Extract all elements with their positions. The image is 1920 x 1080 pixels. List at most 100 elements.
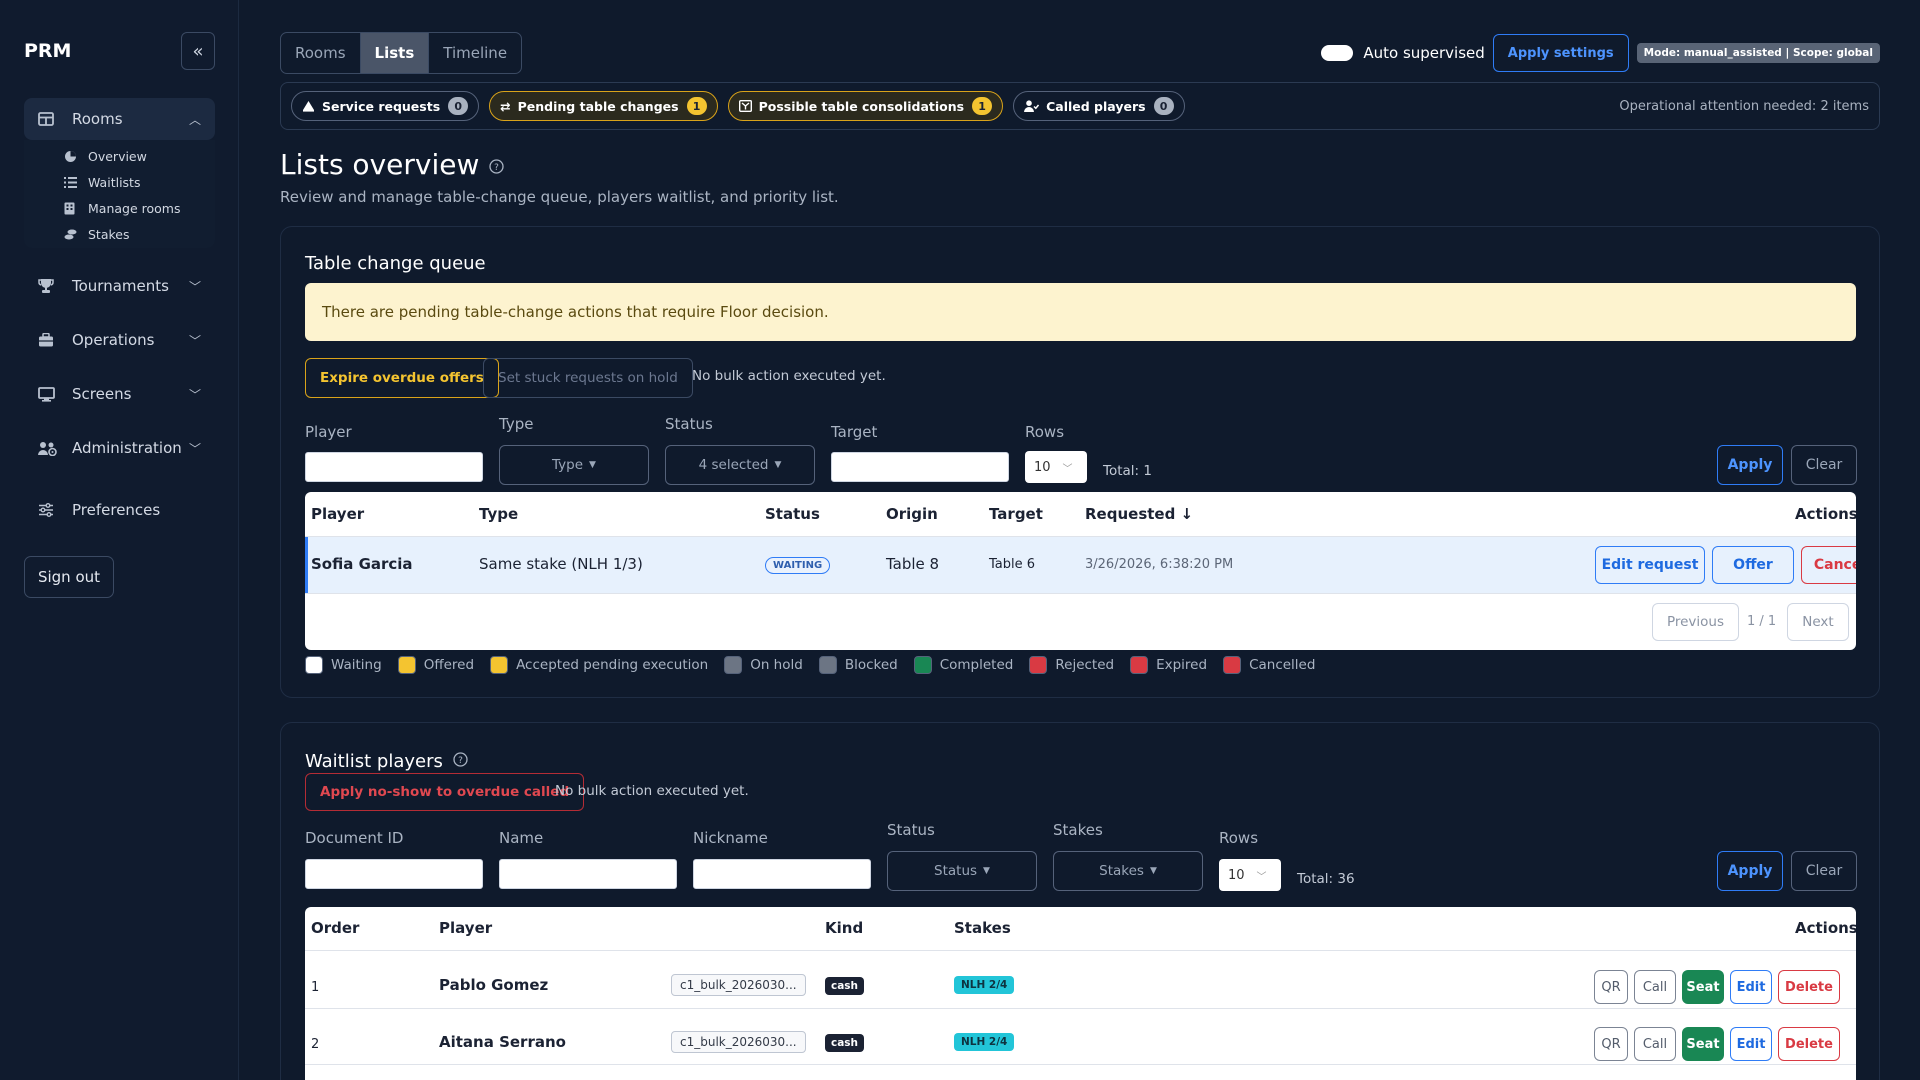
- waitlist-apply-button[interactable]: Apply: [1717, 851, 1783, 891]
- waitlist-table: Order Player Kind Stakes Actions 1 Pablo…: [305, 907, 1856, 1080]
- name-filter-input[interactable]: [499, 859, 677, 889]
- chip-called-players[interactable]: Called players 0: [1013, 91, 1185, 121]
- document-id-tag: c1_bulk_2026030...: [671, 1031, 806, 1053]
- legend-item: Completed: [913, 656, 1014, 674]
- status-filter-select[interactable]: 4 selected ▼: [665, 445, 815, 485]
- tab-lists[interactable]: Lists: [360, 33, 430, 73]
- nickname-filter-input[interactable]: [693, 859, 871, 889]
- rows-per-page-select[interactable]: 10 ﹀: [1025, 451, 1087, 483]
- total-count: Total: 36: [1297, 871, 1355, 887]
- legend-swatch: [1029, 656, 1048, 674]
- table-grid-icon: [38, 112, 60, 126]
- filter-label-target: Target: [831, 423, 878, 441]
- queue-apply-button[interactable]: Apply: [1717, 445, 1783, 485]
- delete-button[interactable]: Delete: [1778, 1027, 1840, 1061]
- row-divider: [305, 1064, 1856, 1065]
- row-divider: [305, 593, 1856, 594]
- sidebar-subitem-stakes[interactable]: Stakes: [64, 227, 130, 242]
- table-change-queue-table: Player Type Status Origin Target Request…: [305, 492, 1856, 650]
- target-filter-input[interactable]: [831, 452, 1009, 482]
- type-filter-select[interactable]: Type ▼: [499, 445, 649, 485]
- row-target: Table 6: [989, 557, 1036, 572]
- waitlist-players-card: Waitlist players ? Apply no-show to over…: [280, 722, 1880, 1080]
- legend-swatch: [490, 656, 509, 674]
- legend-label: Cancelled: [1249, 657, 1316, 673]
- previous-page-button[interactable]: Previous: [1652, 603, 1739, 641]
- legend-item: Offered: [397, 656, 474, 674]
- tab-rooms[interactable]: Rooms: [281, 33, 361, 73]
- qr-button[interactable]: QR: [1594, 970, 1628, 1004]
- help-circle-icon[interactable]: ?: [453, 751, 468, 772]
- chip-service-requests[interactable]: Service requests 0: [291, 91, 480, 121]
- bulk-status-note: No bulk action executed yet.: [692, 368, 886, 384]
- page-title: Lists overview ?: [280, 148, 505, 181]
- player-filter-input[interactable]: [305, 452, 483, 482]
- main-content: Rooms Lists Timeline Auto supervised App…: [280, 0, 1880, 1080]
- chip-pending-table-changes[interactable]: ⇄ Pending table changes 1: [489, 91, 718, 121]
- sidebar-item-tournaments[interactable]: Tournaments ﹀: [24, 265, 215, 307]
- mode-badge: Mode: manual_assisted | Scope: global: [1636, 43, 1880, 63]
- view-tabs: Rooms Lists Timeline: [280, 32, 523, 74]
- auto-supervised-toggle[interactable]: [1321, 45, 1354, 61]
- waitlist-clear-button[interactable]: Clear: [1791, 851, 1857, 891]
- svg-text:?: ?: [458, 756, 463, 766]
- bulk-status-note: No bulk action executed yet.: [555, 783, 749, 799]
- edit-button[interactable]: Edit: [1730, 970, 1772, 1004]
- stakes-filter-select[interactable]: Stakes ▼: [1053, 851, 1203, 891]
- legend-label: Accepted pending execution: [516, 657, 709, 673]
- col-header-player: Player: [439, 919, 493, 937]
- next-page-button[interactable]: Next: [1787, 603, 1849, 641]
- col-header-status: Status: [765, 505, 820, 523]
- apply-no-show-button[interactable]: Apply no-show to overdue called: [305, 773, 585, 811]
- offer-button[interactable]: Offer: [1712, 546, 1794, 584]
- status-filter-select[interactable]: Status ▼: [887, 851, 1037, 891]
- list-icon: [64, 177, 78, 188]
- building-icon: [64, 202, 78, 215]
- sidebar-item-administration[interactable]: Administration ﹀: [24, 427, 215, 469]
- sidebar-item-preferences[interactable]: Preferences: [24, 489, 215, 531]
- sidebar-item-operations[interactable]: Operations ﹀: [24, 319, 215, 361]
- sign-out-button[interactable]: Sign out: [24, 556, 114, 598]
- chip-possible-table-consolidations[interactable]: Possible table consolidations 1: [727, 91, 1004, 121]
- call-button[interactable]: Call: [1634, 1027, 1676, 1061]
- queue-clear-button[interactable]: Clear: [1791, 445, 1857, 485]
- legend-swatch: [1223, 656, 1242, 674]
- collapse-sidebar-button[interactable]: «: [181, 32, 215, 70]
- table-change-queue-card: Table change queue There are pending tab…: [280, 226, 1880, 698]
- set-stuck-on-hold-button[interactable]: Set stuck requests on hold: [483, 358, 693, 398]
- legend-swatch: [1130, 656, 1149, 674]
- cancel-request-button[interactable]: Cancel: [1801, 546, 1856, 584]
- col-header-player: Player: [311, 505, 365, 523]
- legend-label: On hold: [750, 657, 803, 673]
- swap-arrows-icon: ⇄: [500, 98, 511, 114]
- seat-button[interactable]: Seat: [1682, 970, 1724, 1004]
- qr-button[interactable]: QR: [1594, 1027, 1628, 1061]
- filter-label-name: Name: [499, 829, 544, 847]
- edit-request-button[interactable]: Edit request: [1595, 546, 1705, 584]
- chevron-down-icon: ﹀: [188, 333, 201, 348]
- legend-label: Completed: [939, 657, 1014, 673]
- attention-summary: Operational attention needed: 2 items: [1619, 98, 1869, 114]
- apply-settings-button[interactable]: Apply settings: [1492, 34, 1629, 72]
- help-circle-icon[interactable]: ?: [489, 148, 505, 181]
- trophy-icon: [38, 278, 60, 294]
- coins-icon: [64, 228, 78, 241]
- row-player: Sofia Garcia: [311, 555, 413, 573]
- document-id-filter-input[interactable]: [305, 859, 483, 889]
- call-button[interactable]: Call: [1634, 970, 1676, 1004]
- rows-per-page-select[interactable]: 10 ﹀: [1219, 859, 1281, 891]
- sidebar-item-rooms[interactable]: Rooms ︿: [24, 98, 215, 140]
- sidebar-subitem-waitlists[interactable]: Waitlists: [64, 175, 140, 190]
- expire-overdue-offers-button[interactable]: Expire overdue offers: [305, 358, 499, 398]
- tab-timeline[interactable]: Timeline: [429, 33, 521, 73]
- filter-label-rows: Rows: [1025, 423, 1065, 441]
- section-title: Table change queue: [305, 253, 486, 274]
- sidebar-subitem-manage-rooms[interactable]: Manage rooms: [64, 201, 180, 216]
- edit-button[interactable]: Edit: [1730, 1027, 1772, 1061]
- delete-button[interactable]: Delete: [1778, 970, 1840, 1004]
- seat-button[interactable]: Seat: [1682, 1027, 1724, 1061]
- sidebar-subitem-overview[interactable]: Overview: [64, 149, 147, 164]
- sidebar-item-screens[interactable]: Screens ﹀: [24, 373, 215, 415]
- col-header-requested[interactable]: Requested ↓: [1085, 505, 1193, 523]
- count-badge: 0: [1153, 97, 1174, 115]
